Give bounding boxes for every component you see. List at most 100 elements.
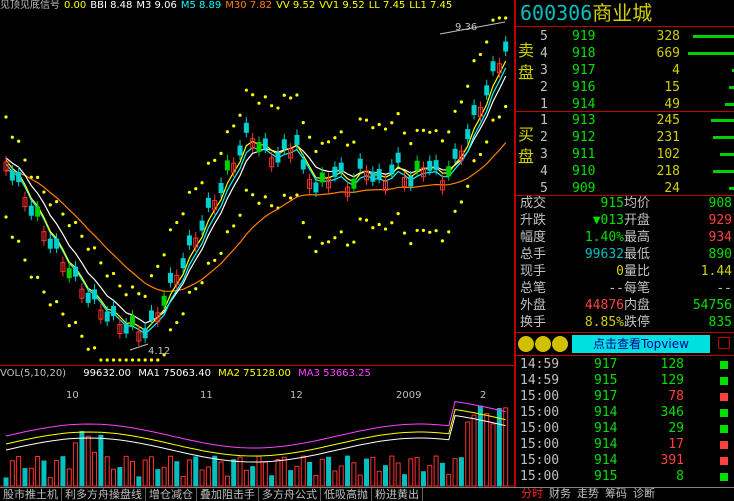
tick-marker [720, 361, 728, 369]
indicator-value: LL1 7.45 [409, 0, 453, 11]
stat-label: 外盘 [520, 298, 547, 313]
trade-row: 15:00 914 391 [516, 453, 734, 469]
volume-bar [724, 103, 734, 106]
trade-time: 15:00 [520, 421, 560, 436]
stat-row: 外盘 44876 内盘 54756 [516, 298, 734, 314]
stat-row: 换手 8.85% 跌停 835 [516, 315, 734, 331]
month-label-10: 10 [66, 390, 79, 401]
buy-order-row: 2 912 231 [516, 129, 734, 146]
trade-row: 15:00 915 8 [516, 469, 734, 485]
trade-row: 15:00 914 17 [516, 437, 734, 453]
order-level: 3 [540, 147, 548, 162]
trade-row: 15:00 914 346 [516, 405, 734, 421]
trade-time: 15:00 [520, 405, 560, 420]
low-price-label: 4.12 [148, 346, 170, 357]
trade-volume: 128 [660, 357, 684, 372]
bottom-tab[interactable]: 粉进黄出 [372, 488, 423, 501]
stat-row: 总笔 -- 每笔 -- [516, 281, 734, 297]
stat-label: 幅度 [520, 230, 547, 245]
right-tab[interactable]: 走势 [574, 487, 602, 500]
stat-label: 量比 [624, 264, 651, 279]
volume-bar [720, 153, 734, 156]
month-label-2: 2 [480, 390, 486, 401]
tick-marker [720, 457, 728, 465]
right-tab[interactable]: 财务 [546, 487, 574, 500]
order-price: 911 [572, 147, 596, 162]
bottom-tab[interactable]: 利多方舟操盘线 [62, 488, 146, 501]
circle-icon[interactable] [535, 336, 551, 352]
stat-value: 835 [708, 315, 732, 330]
trade-row: 15:00 914 29 [516, 421, 734, 437]
order-price: 919 [572, 29, 596, 44]
right-tab[interactable]: 筹码 [602, 487, 630, 500]
indicator-bar: 见顶见底信号 0.00 BBI 8.48 M3 9.06 M5 8.89 M30 7.82… [0, 0, 516, 12]
trade-volume: 391 [660, 453, 684, 468]
trade-volume: 129 [660, 373, 684, 388]
trade-price: 914 [594, 421, 618, 436]
bottom-tab[interactable]: 多方舟公式 [259, 488, 321, 501]
trade-time: 15:00 [520, 389, 560, 404]
topview-checkbox[interactable] [718, 337, 730, 349]
indicator-value: VV1 9.52 [319, 0, 365, 11]
volume-bar [713, 170, 734, 173]
stat-value: 8.85% [584, 315, 624, 330]
order-volume: 669 [656, 46, 680, 61]
bottom-tab[interactable]: 低吸高抛 [321, 488, 372, 501]
stat-value: -- [716, 281, 732, 296]
ma1-label: MA1 [138, 368, 161, 379]
stat-value: 934 [708, 230, 732, 245]
order-level: 4 [540, 46, 548, 61]
order-volume: 328 [656, 29, 680, 44]
order-volume: 15 [664, 80, 680, 95]
order-volume: 245 [656, 113, 680, 128]
sell-order-row: 4 918 669 [516, 45, 734, 62]
trade-row: 14:59 915 129 [516, 373, 734, 389]
bottom-tab[interactable]: 增仓减仓 [146, 488, 197, 501]
stat-label: 换手 [520, 315, 547, 330]
tick-marker [720, 425, 728, 433]
topview-button[interactable]: 点击查看Topview [572, 335, 710, 353]
order-volume: 102 [656, 147, 680, 162]
stat-value: 908 [708, 196, 732, 211]
candlestick-chart[interactable]: 9.36 4.12 [0, 12, 516, 365]
stat-label: 成交 [520, 196, 547, 211]
sell-order-row: 2 916 15 [516, 79, 734, 96]
stat-label: 最高 [624, 230, 651, 245]
tick-marker [720, 377, 728, 385]
circle-icon[interactable] [518, 336, 534, 352]
right-tab[interactable]: 分时 [518, 487, 546, 500]
month-label-11: 11 [200, 390, 213, 401]
ma1-value: 75063.40 [163, 368, 211, 379]
volume-chart[interactable]: 10 11 12 2009 2 [0, 380, 516, 487]
bottom-tab[interactable]: 叠加阻击手 [197, 488, 259, 501]
bottom-tab[interactable]: 股市推土机 [0, 488, 62, 501]
indicator-value: M5 8.89 [180, 0, 222, 11]
stat-label: 每笔 [624, 281, 651, 296]
order-level: 5 [540, 29, 548, 44]
order-level: 1 [540, 113, 548, 128]
trade-volume: 29 [668, 421, 684, 436]
sell-order-row: 5 919 328 [516, 28, 734, 45]
stat-label: 开盘 [624, 213, 651, 228]
trade-time: 14:59 [520, 357, 560, 372]
trade-volume: 8 [676, 469, 684, 484]
order-price: 913 [572, 113, 596, 128]
trade-row: 14:59 917 128 [516, 357, 734, 373]
stat-value: 99632 [584, 247, 624, 262]
volume-value: 99632.00 [83, 368, 131, 379]
trade-price: 917 [594, 357, 618, 372]
stat-value: ▼013 [592, 213, 624, 228]
right-tab[interactable]: 诊断 [630, 487, 658, 500]
stat-label: 总笔 [520, 281, 547, 296]
order-level: 4 [540, 164, 548, 179]
indicator-value: M30 7.82 [225, 0, 273, 11]
order-volume: 4 [672, 63, 680, 78]
trade-price: 917 [594, 389, 618, 404]
order-volume: 218 [656, 164, 680, 179]
circle-icon[interactable] [552, 336, 568, 352]
stock-code: 600306 [520, 1, 593, 25]
stat-row: 总手 99632 最低 890 [516, 247, 734, 263]
trade-price: 914 [594, 453, 618, 468]
stat-label: 总手 [520, 247, 547, 262]
volume-header: VOL(5,10,20) 99632.00 MA1 75063.40 MA2 7… [0, 367, 516, 381]
